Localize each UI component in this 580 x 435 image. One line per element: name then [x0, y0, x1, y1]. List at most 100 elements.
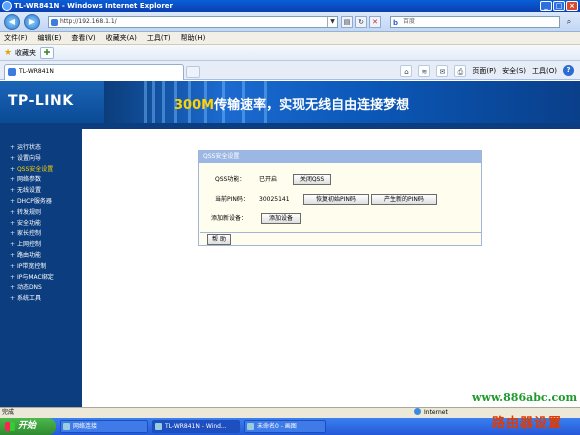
- favorites-bar: ★ 收藏夹 ✚: [0, 45, 580, 61]
- help-button[interactable]: 帮 助: [207, 234, 231, 245]
- slogan-text: 传输速率，实现无线自由连接梦想: [214, 98, 410, 113]
- search-provider-icon: b: [393, 19, 399, 27]
- qss-panel: QSS安全设置 QSS功能： 已开启 关闭QSS 当前PIN码： 3002514…: [198, 150, 482, 246]
- security-zone: Internet: [414, 408, 448, 418]
- task-label-browser: TL-WR841N - Wind...: [165, 423, 227, 430]
- add-device-button[interactable]: 添加设备: [261, 213, 301, 224]
- window-title: TL-WR841N - Windows Internet Explorer: [14, 2, 173, 10]
- taskbar-item-browser[interactable]: TL-WR841N - Wind...: [152, 420, 240, 433]
- globe-icon: [414, 408, 421, 415]
- add-favorite-icon[interactable]: ✚: [40, 47, 54, 59]
- stop-icon[interactable]: ✕: [369, 16, 381, 28]
- banner-slogan: 300M传输速率，实现无线自由连接梦想: [174, 94, 409, 113]
- favorites-star-icon[interactable]: ★: [4, 45, 12, 61]
- panel-title: QSS安全设置: [199, 151, 481, 163]
- zone-label: Internet: [424, 409, 448, 416]
- page-menu[interactable]: 页面(P): [472, 65, 496, 77]
- menu-view[interactable]: 查看(V): [71, 33, 95, 43]
- tab-title: TL-WR841N: [19, 68, 54, 75]
- search-placeholder: 百度: [403, 18, 416, 25]
- title-bar: TL-WR841N - Windows Internet Explorer _ …: [0, 0, 580, 12]
- sidebar-item-dhcp[interactable]: DHCP服务器: [10, 197, 54, 208]
- maximize-button[interactable]: □: [553, 1, 565, 11]
- sidebar-item-qss[interactable]: QSS安全设置: [10, 165, 54, 176]
- tools-menu[interactable]: 工具(O): [532, 65, 557, 77]
- feeds-icon[interactable]: ≋: [418, 65, 431, 77]
- sidebar-item-wizard[interactable]: 设置向导: [10, 154, 54, 165]
- minimize-button[interactable]: _: [540, 1, 552, 11]
- safety-menu[interactable]: 安全(S): [502, 65, 526, 77]
- command-bar: ⌂ ≋ ✉ ⎙ 页面(P) 安全(S) 工具(O) ?: [400, 65, 574, 77]
- browser-window: TL-WR841N - Windows Internet Explorer _ …: [0, 0, 580, 435]
- menu-tools[interactable]: 工具(T): [147, 33, 171, 43]
- toggle-qss-button[interactable]: 关闭QSS: [293, 174, 331, 185]
- task-label-paint: 未命名0 - 画图: [257, 423, 297, 430]
- sidebar-item-system-tools[interactable]: 系统工具: [10, 294, 54, 305]
- menu-bar: 文件(F) 编辑(E) 查看(V) 收藏夹(A) 工具(T) 帮助(H): [0, 32, 580, 45]
- taskbar-item-network[interactable]: 网络连接: [60, 420, 148, 433]
- sidebar-item-ip-mac[interactable]: IP与MAC绑定: [10, 273, 54, 284]
- panel-divider: [200, 232, 481, 233]
- menu-file[interactable]: 文件(F): [4, 33, 28, 43]
- sidebar-item-wireless[interactable]: 无线设置: [10, 186, 54, 197]
- status-text: 完成: [2, 409, 15, 416]
- logo-box: TP-LINK: [0, 81, 104, 123]
- sidebar-item-routing[interactable]: 路由功能: [10, 251, 54, 262]
- search-input[interactable]: b 百度: [390, 16, 560, 28]
- ie-logo-icon: [2, 1, 12, 11]
- menu-edit[interactable]: 编辑(E): [38, 33, 62, 43]
- address-url: http://192.168.1.1/: [60, 18, 117, 25]
- address-input[interactable]: http://192.168.1.1/ ▼: [48, 16, 338, 28]
- window-controls: _ □ ×: [540, 1, 578, 11]
- start-button[interactable]: 开始: [0, 418, 56, 435]
- sidebar-item-ddns[interactable]: 动态DNS: [10, 283, 54, 294]
- qss-function-label: QSS功能：: [215, 176, 246, 183]
- ie-task-icon: [155, 423, 162, 430]
- watermark-url: www.886abc.com: [472, 391, 578, 404]
- pin-value: 30025141: [259, 196, 290, 203]
- address-toolbar: ◀ ▶ http://192.168.1.1/ ▼ ▤ ↻ ✕ b 百度 ⌕: [0, 12, 580, 32]
- print-icon[interactable]: ⎙: [454, 65, 467, 77]
- sidebar-item-network[interactable]: 网络参数: [10, 175, 54, 186]
- tab-row: TL-WR841N ⌂ ≋ ✉ ⎙ 页面(P) 安全(S) 工具(O) ?: [0, 61, 580, 80]
- sidebar-item-forwarding[interactable]: 转发规则: [10, 208, 54, 219]
- refresh-icon[interactable]: ↻: [355, 16, 367, 28]
- windows-logo-icon: [5, 422, 15, 431]
- new-pin-button[interactable]: 产生新的PIN码: [371, 194, 437, 205]
- router-banner: TP-LINK 300M传输速率，实现无线自由连接梦想: [0, 81, 580, 123]
- start-label: 开始: [18, 421, 37, 431]
- watermark-text: 路由器设置: [492, 416, 563, 431]
- slogan-highlight: 300M: [174, 98, 215, 113]
- search-icon[interactable]: ⌕: [562, 16, 576, 28]
- sidebar-item-security[interactable]: 安全功能: [10, 219, 54, 230]
- sidebar-item-parental[interactable]: 家长控制: [10, 229, 54, 240]
- close-button[interactable]: ×: [566, 1, 578, 11]
- tp-link-logo: TP-LINK: [8, 93, 74, 109]
- tab-router[interactable]: TL-WR841N: [4, 64, 184, 80]
- back-arrow-icon[interactable]: ◀: [4, 14, 20, 30]
- compat-view-icon[interactable]: ▤: [341, 16, 353, 28]
- add-device-label: 添加新设备：: [211, 215, 248, 222]
- mail-icon[interactable]: ✉: [436, 65, 449, 77]
- sidebar-menu: 运行状态 设置向导 QSS安全设置 网络参数 无线设置 DHCP服务器 转发规则…: [10, 143, 54, 305]
- pin-label: 当前PIN码：: [215, 196, 249, 203]
- help-icon[interactable]: ?: [563, 65, 574, 76]
- qss-status: 已开启: [259, 176, 278, 183]
- menu-favorites[interactable]: 收藏夹(A): [106, 33, 137, 43]
- sidebar-item-status[interactable]: 运行状态: [10, 143, 54, 154]
- forward-arrow-icon[interactable]: ▶: [24, 14, 40, 30]
- new-tab-button[interactable]: [186, 66, 200, 78]
- home-icon[interactable]: ⌂: [400, 65, 413, 77]
- sidebar-item-bandwidth[interactable]: IP带宽控制: [10, 262, 54, 273]
- restore-pin-button[interactable]: 恢复初始PIN码: [303, 194, 369, 205]
- favorites-label[interactable]: 收藏夹: [15, 45, 36, 61]
- menu-help[interactable]: 帮助(H): [181, 33, 206, 43]
- sidebar-item-access-control[interactable]: 上网控制: [10, 240, 54, 251]
- main-content: QSS安全设置 QSS功能： 已开启 关闭QSS 当前PIN码： 3002514…: [82, 129, 580, 407]
- sidebar: 运行状态 设置向导 QSS安全设置 网络参数 无线设置 DHCP服务器 转发规则…: [0, 129, 82, 407]
- address-dropdown-icon[interactable]: ▼: [327, 17, 337, 27]
- network-icon: [63, 423, 70, 430]
- page-icon: [51, 19, 58, 26]
- tab-page-icon: [8, 68, 16, 76]
- taskbar-item-paint[interactable]: 未命名0 - 画图: [244, 420, 326, 433]
